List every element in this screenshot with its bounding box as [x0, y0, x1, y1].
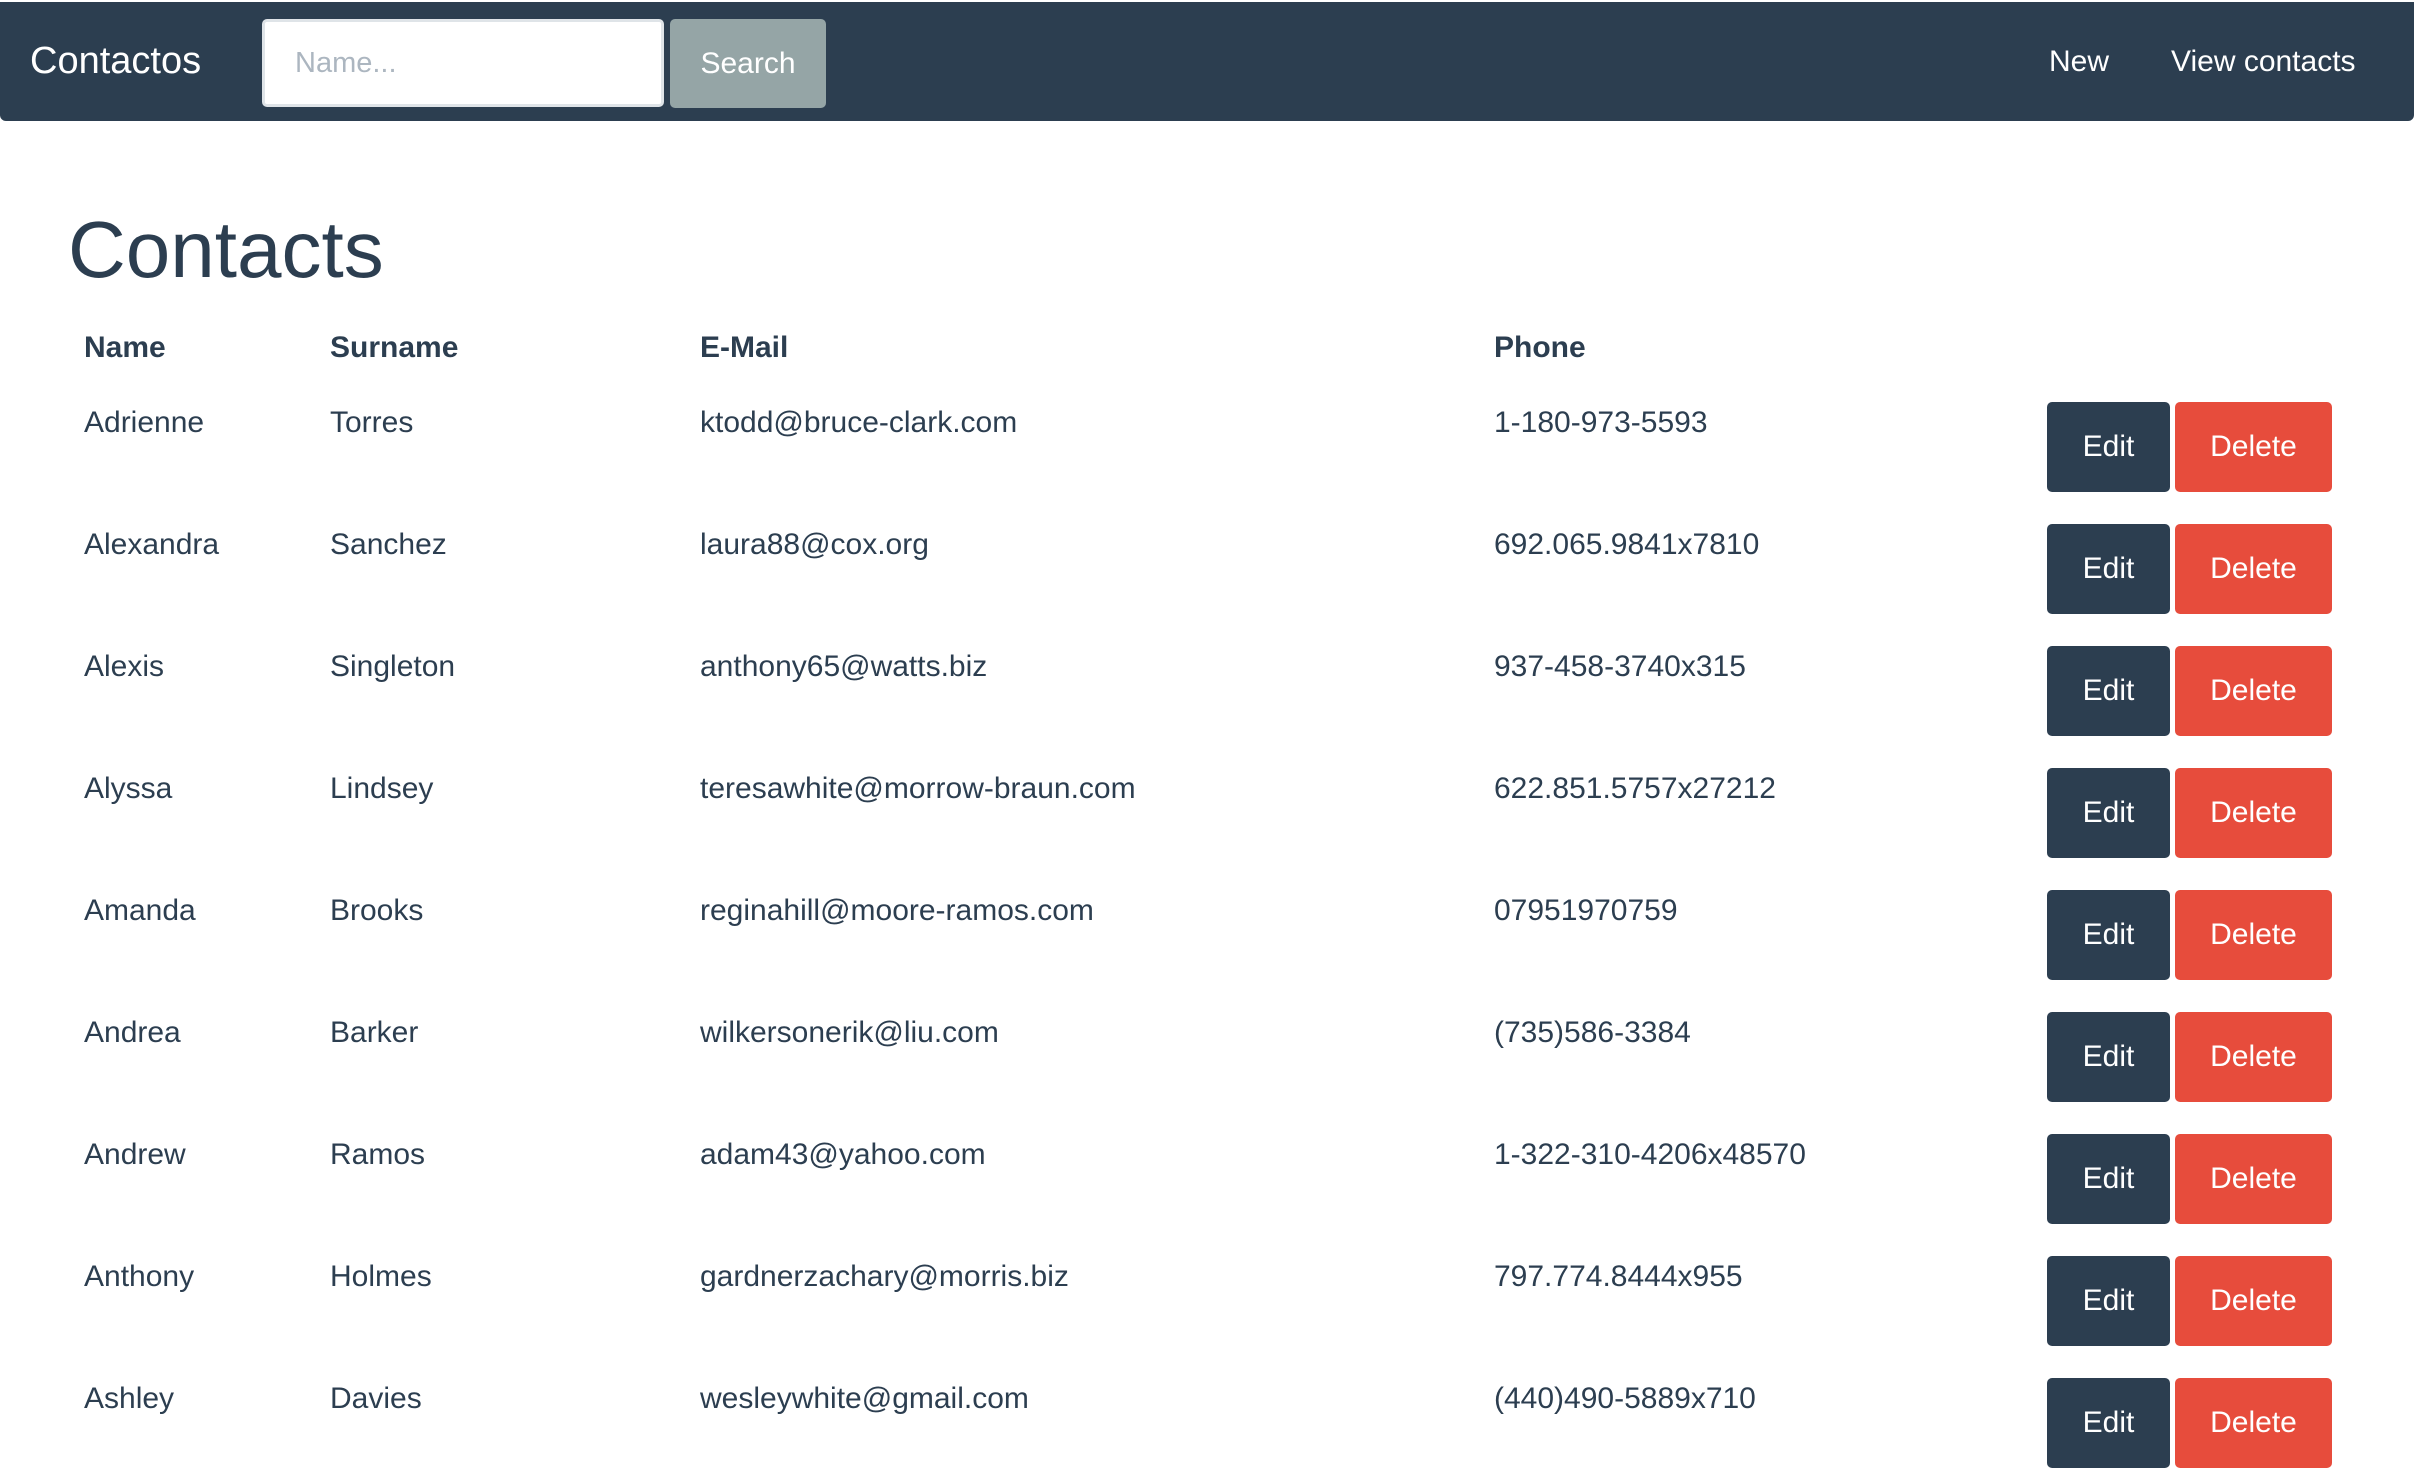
cell-email: ktodd@bruce-clark.com — [700, 406, 1018, 439]
page-title: Contacts — [68, 205, 384, 294]
edit-button[interactable]: Edit — [2047, 890, 2170, 980]
cell-name: Alyssa — [84, 772, 173, 805]
delete-button[interactable]: Delete — [2175, 1378, 2332, 1468]
cell-email: reginahill@moore-ramos.com — [700, 894, 1094, 927]
cell-phone: 1-180-973-5593 — [1494, 406, 1708, 439]
nav-link-new[interactable]: New — [2049, 2, 2109, 121]
edit-button[interactable]: Edit — [2047, 1256, 2170, 1346]
delete-button[interactable]: Delete — [2175, 1256, 2332, 1346]
cell-surname: Brooks — [330, 894, 424, 927]
cell-name: Ashley — [84, 1382, 175, 1415]
edit-button[interactable]: Edit — [2047, 768, 2170, 858]
cell-email: laura88@cox.org — [700, 528, 929, 561]
cell-email: teresawhite@morrow-braun.com — [700, 772, 1136, 805]
cell-surname: Sanchez — [330, 528, 447, 561]
edit-button[interactable]: Edit — [2047, 402, 2170, 492]
header-email: E-Mail — [700, 331, 789, 364]
edit-button[interactable]: Edit — [2047, 646, 2170, 736]
delete-button[interactable]: Delete — [2175, 890, 2332, 980]
navbar: Contactos Search New View contacts — [0, 2, 2414, 121]
edit-button[interactable]: Edit — [2047, 1134, 2170, 1224]
cell-email: wilkersonerik@liu.com — [700, 1016, 999, 1049]
brand-link[interactable]: Contactos — [30, 2, 201, 121]
cell-email: adam43@yahoo.com — [700, 1138, 986, 1171]
delete-button[interactable]: Delete — [2175, 646, 2332, 736]
edit-button[interactable]: Edit — [2047, 1012, 2170, 1102]
cell-name: Amanda — [84, 894, 196, 927]
cell-phone: 1-322-310-4206x48570 — [1494, 1138, 1806, 1171]
cell-surname: Barker — [330, 1016, 419, 1049]
delete-button[interactable]: Delete — [2175, 1012, 2332, 1102]
cell-phone: 622.851.5757x27212 — [1494, 772, 1776, 805]
cell-surname: Holmes — [330, 1260, 432, 1293]
edit-button[interactable]: Edit — [2047, 524, 2170, 614]
delete-button[interactable]: Delete — [2175, 768, 2332, 858]
cell-phone: 692.065.9841x7810 — [1494, 528, 1760, 561]
cell-surname: Torres — [330, 406, 414, 439]
delete-button[interactable]: Delete — [2175, 402, 2332, 492]
cell-name: Andrea — [84, 1016, 181, 1049]
cell-surname: Lindsey — [330, 772, 434, 805]
delete-button[interactable]: Delete — [2175, 524, 2332, 614]
cell-email: wesleywhite@gmail.com — [700, 1382, 1029, 1415]
cell-phone: (735)586-3384 — [1494, 1016, 1691, 1049]
search-input[interactable] — [262, 19, 664, 107]
cell-name: Adrienne — [84, 406, 205, 439]
cell-phone: 937-458-3740x315 — [1494, 650, 1746, 683]
cell-name: Anthony — [84, 1260, 195, 1293]
cell-surname: Davies — [330, 1382, 422, 1415]
cell-name: Alexis — [84, 650, 165, 683]
nav-link-view-contacts[interactable]: View contacts — [2171, 2, 2356, 121]
cell-email: anthony65@watts.biz — [700, 650, 988, 683]
edit-button[interactable]: Edit — [2047, 1378, 2170, 1468]
cell-name: Andrew — [84, 1138, 186, 1171]
delete-button[interactable]: Delete — [2175, 1134, 2332, 1224]
header-phone: Phone — [1494, 331, 1586, 364]
cell-name: Alexandra — [84, 528, 220, 561]
header-name: Name — [84, 331, 166, 364]
cell-phone: (440)490-5889x710 — [1494, 1382, 1756, 1415]
search-button[interactable]: Search — [670, 19, 826, 108]
cell-surname: Singleton — [330, 650, 456, 683]
cell-email: gardnerzachary@morris.biz — [700, 1260, 1069, 1293]
header-surname: Surname — [330, 331, 459, 364]
cell-phone: 07951970759 — [1494, 894, 1678, 927]
cell-phone: 797.774.8444x955 — [1494, 1260, 1743, 1293]
cell-surname: Ramos — [330, 1138, 426, 1171]
